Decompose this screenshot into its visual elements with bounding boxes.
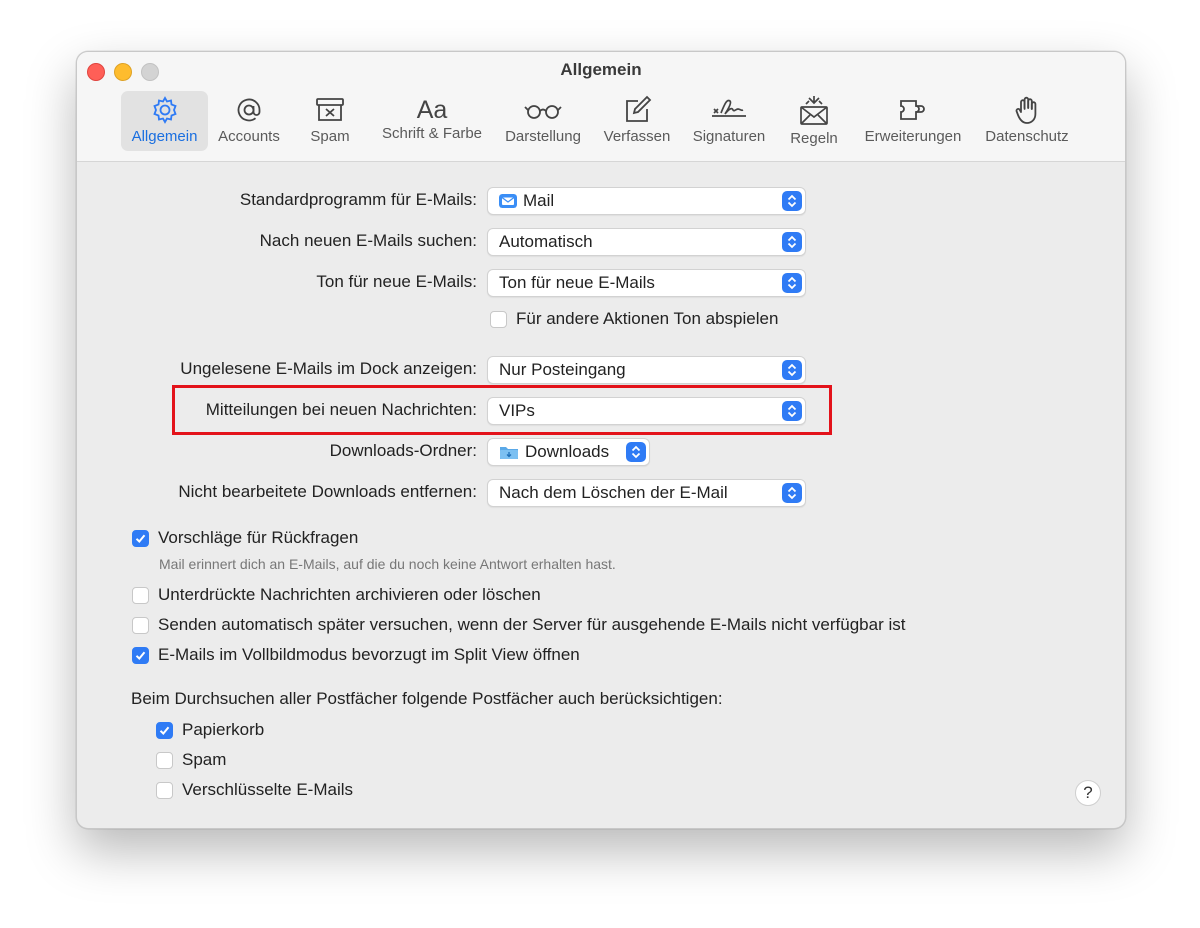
tab-verfassen[interactable]: Verfassen	[597, 91, 677, 151]
popup-value: Mail	[523, 191, 555, 210]
trash-checkbox[interactable]	[156, 722, 173, 739]
popup-value: Automatisch	[499, 232, 593, 251]
dock-unread-label: Ungelesene E-Mails im Dock anzeigen:	[180, 359, 477, 378]
popup-stepper-icon	[782, 232, 802, 252]
trash-label: Papierkorb	[182, 720, 265, 739]
tab-label: Spam	[310, 128, 350, 145]
popup-stepper-icon	[782, 360, 802, 380]
checkmark-icon	[159, 726, 170, 735]
tab-label: Schrift & Farbe	[381, 125, 483, 142]
dock-unread-popup[interactable]: Nur Posteingang	[487, 356, 806, 384]
popup-value: Nach dem Löschen der E-Mail	[499, 483, 728, 502]
rules-icon	[800, 96, 828, 125]
tab-label: Regeln	[790, 130, 838, 147]
puzzle-icon	[900, 100, 925, 120]
glasses-icon	[524, 105, 562, 119]
remove-downloads-popup[interactable]: Nach dem Löschen der E-Mail	[487, 479, 806, 507]
tab-label: Darstellung	[505, 128, 581, 145]
tab-datenschutz[interactable]: Datenschutz	[977, 91, 1077, 151]
tab-label: Accounts	[218, 128, 280, 145]
encrypted-label: Verschlüsselte E-Mails	[182, 780, 354, 799]
check-mail-label: Nach neuen E-Mails suchen:	[259, 231, 477, 250]
help-button[interactable]: ?	[1075, 780, 1101, 806]
mail-app-icon	[499, 194, 517, 208]
tab-label: Datenschutz	[985, 128, 1069, 145]
encrypted-checkbox[interactable]	[156, 782, 173, 799]
retry-send-checkbox[interactable]	[132, 617, 149, 634]
font-icon: Aa	[416, 96, 448, 124]
notifications-label: Mitteilungen bei neuen Nachrichten:	[205, 400, 477, 419]
popup-value: Ton für neue E-Mails	[499, 273, 655, 292]
popup-stepper-icon	[782, 191, 802, 211]
followup-label: Vorschläge für Rückfragen	[158, 528, 359, 547]
retry-send-label: Senden automatisch später versuchen, wen…	[158, 615, 906, 634]
checkmark-icon	[135, 534, 146, 543]
notifications-popup[interactable]: VIPs	[487, 397, 806, 425]
tab-spam[interactable]: Spam	[299, 91, 361, 151]
default-mail-popup[interactable]: Mail	[487, 187, 806, 215]
popup-value: Nur Posteingang	[499, 360, 626, 379]
followup-description: Mail erinnert dich an E-Mails, auf die d…	[159, 556, 616, 572]
compose-icon	[626, 95, 652, 122]
tab-label: Signaturen	[692, 128, 766, 145]
downloads-folder-label: Downloads-Ordner:	[329, 441, 477, 460]
gear-icon	[152, 96, 177, 124]
tab-erweiterungen[interactable]: Erweiterungen	[857, 91, 969, 151]
remove-downloads-label: Nicht bearbeitete Downloads entfernen:	[178, 482, 477, 501]
tab-label: Verfassen	[603, 128, 671, 145]
junk-icon	[316, 98, 344, 121]
at-icon	[237, 98, 261, 122]
popup-stepper-icon	[782, 273, 802, 293]
check-mail-popup[interactable]: Automatisch	[487, 228, 806, 256]
tab-schrift-farbe[interactable]: Aa Schrift & Farbe	[373, 91, 491, 151]
tab-regeln[interactable]: Regeln	[783, 91, 845, 151]
toolbar: Allgemein Allgemein Accounts Spam Aa Sch…	[77, 52, 1125, 162]
muted-checkbox[interactable]	[132, 587, 149, 604]
downloads-folder-popup[interactable]: Downloads	[487, 438, 650, 466]
popup-value: Downloads	[525, 442, 610, 461]
downloads-folder-icon	[500, 447, 518, 459]
new-mail-sound-popup[interactable]: Ton für neue E-Mails	[487, 269, 806, 297]
tab-allgemein[interactable]: Allgemein	[121, 91, 208, 151]
popup-stepper-icon	[626, 442, 646, 462]
popup-stepper-icon	[782, 483, 802, 503]
tab-label: Erweiterungen	[864, 128, 962, 145]
window-title: Allgemein	[560, 60, 642, 79]
tab-signaturen[interactable]: Signaturen	[687, 91, 771, 151]
tab-accounts[interactable]: Accounts	[213, 91, 285, 151]
splitview-checkbox[interactable]	[132, 647, 149, 664]
default-mail-label: Standardprogramm für E-Mails:	[239, 190, 477, 209]
hand-icon	[1015, 96, 1037, 124]
search-heading: Beim Durchsuchen aller Postfächer folgen…	[131, 689, 723, 708]
checkmark-icon	[135, 651, 146, 660]
spam-checkbox[interactable]	[156, 752, 173, 769]
play-sounds-checkbox[interactable]	[490, 311, 507, 328]
spam-label: Spam	[182, 750, 227, 769]
new-mail-sound-label: Ton für neue E-Mails:	[316, 272, 477, 291]
tab-darstellung[interactable]: Darstellung	[499, 91, 587, 151]
signature-icon	[712, 99, 746, 117]
popup-value: VIPs	[499, 401, 535, 420]
play-sounds-label: Für andere Aktionen Ton abspielen	[516, 309, 779, 328]
popup-stepper-icon	[782, 401, 802, 421]
muted-label: Unterdrückte Nachrichten archivieren ode…	[158, 585, 541, 604]
followup-checkbox[interactable]	[132, 530, 149, 547]
splitview-label: E-Mails im Vollbildmodus bevorzugt im Sp…	[158, 645, 580, 664]
tab-label: Allgemein	[131, 128, 198, 145]
preferences-window: Allgemein Allgemein Accounts Spam Aa Sch…	[76, 51, 1126, 829]
